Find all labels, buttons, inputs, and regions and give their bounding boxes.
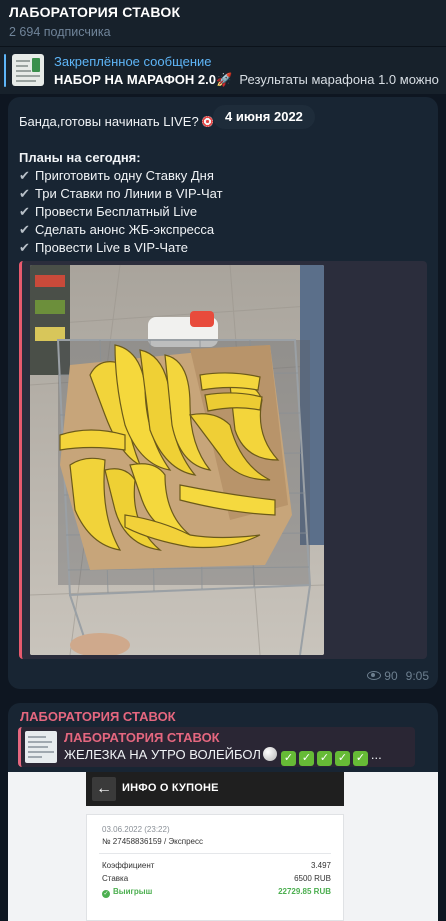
win-label: ✓ Выигрыш — [102, 887, 153, 898]
coefficient-row: Коэффициент 3.497 — [102, 861, 331, 870]
plan-text: Провести Бесплатный Live — [35, 204, 198, 219]
list-item: ✔ Приготовить одну Ставку Дня — [19, 167, 223, 185]
intro-text: Банда,готовы начинать LIVE? — [19, 114, 199, 129]
coupon-appbar: ← ИНФО О КУПОНЕ — [86, 772, 344, 806]
checkmark-icon: ✔ — [19, 240, 30, 255]
coupon-number: № 27458836159 / Экспресс — [102, 837, 203, 846]
volleyball-icon — [262, 747, 277, 761]
channel-header[interactable]: ЛАБОРАТОРИЯ СТАВОК 2 694 подписчика — [0, 0, 446, 46]
ellipsis: ... — [370, 747, 382, 762]
row-value: 3.497 — [310, 861, 331, 870]
coupon-card: 03.06.2022 (23:22) № 27458836159 / Экспр… — [86, 814, 344, 921]
pinned-body: Результаты марафона 1.0 можно — [239, 72, 439, 87]
checkmark-icon: ✔ — [19, 168, 30, 183]
reply-sender: ЛАБОРАТОРИЯ СТАВОК — [64, 730, 220, 745]
checkmark-icon: ✔ — [19, 204, 30, 219]
pinned-message-bar[interactable]: Закреплённое сообщение НАБОР НА МАРАФОН … — [0, 46, 446, 94]
message-intro: Банда,готовы начинать LIVE? — [19, 114, 213, 129]
check-box-icon: ✓ — [280, 751, 296, 766]
banana-cart-photo[interactable] — [30, 265, 324, 655]
message-bubble-forwarded[interactable]: ЛАБОРАТОРИЯ СТАВОК ЛАБОРАТОРИЯ СТАВОК ЖЕ… — [8, 703, 438, 921]
win-label-text: Выигрыш — [113, 887, 153, 896]
check-box-icon: ✓ — [352, 751, 368, 766]
coupon-screenshot[interactable]: ← ИНФО О КУПОНЕ 03.06.2022 (23:22) № 274… — [8, 772, 438, 921]
list-item: ✔ Провести Бесплатный Live — [19, 203, 223, 221]
check-box-icon: ✓ — [298, 751, 314, 766]
coupon-date: 03.06.2022 (23:22) — [102, 825, 170, 834]
reply-quote[interactable]: ЛАБОРАТОРИЯ СТАВОК ЖЕЛЕЗКА НА УТРО ВОЛЕЙ… — [18, 727, 415, 767]
plan-text: Три Ставки по Линии в VIP-Чат — [35, 186, 223, 201]
plan-text: Провести Live в VIP-Чате — [35, 240, 189, 255]
checkmark-icon: ✔ — [19, 222, 30, 237]
pinned-snippet: НАБОР НА МАРАФОН 2.0🚀 Результаты марафон… — [54, 72, 446, 88]
message-time: 9:05 — [405, 669, 429, 683]
plan-text: Сделать анонс ЖБ-экспресса — [35, 222, 215, 237]
check-circle-icon: ✓ — [102, 890, 110, 898]
row-label: Коэффициент — [102, 861, 155, 870]
win-value: 22729.85 RUB — [278, 887, 331, 896]
plan-list: ✔ Приготовить одну Ставку Дня ✔ Три Ставки… — [19, 167, 223, 257]
pinned-thumbnail — [12, 54, 44, 86]
row-value: 6500 RUB — [294, 874, 331, 883]
view-count: 90 — [384, 669, 398, 683]
reply-text: ЖЕЛЕЗКА НА УТРО ВОЛЕЙБОЛ ✓ ✓ ✓ ✓ ✓... — [64, 747, 414, 766]
views: 90 — [367, 669, 398, 683]
stake-row: Ставка 6500 RUB — [102, 874, 331, 883]
win-row: ✓ Выигрыш 22729.85 RUB — [102, 887, 331, 898]
subscriber-count: 2 694 подписчика — [9, 25, 111, 39]
pinned-title: НАБОР НА МАРАФОН 2.0 — [54, 72, 216, 87]
list-item: ✔ Три Ставки по Линии в VIP-Чат — [19, 185, 223, 203]
check-box-icon: ✓ — [316, 751, 332, 766]
reply-thumbnail — [25, 731, 57, 763]
row-label: Ставка — [102, 874, 129, 883]
divider — [99, 853, 331, 854]
coupon-title: ИНФО О КУПОНЕ — [122, 782, 219, 794]
list-item: ✔ Сделать анонс ЖБ-экспресса — [19, 221, 223, 239]
plans-heading: Планы на сегодня: — [19, 150, 141, 165]
date-badge: 4 июня 2022 — [213, 105, 315, 129]
plan-text: Приготовить одну Ставку Дня — [35, 168, 214, 183]
photo-reply-block[interactable] — [19, 261, 427, 659]
target-icon — [201, 116, 213, 127]
message-meta: 90 9:05 — [367, 669, 429, 683]
message-bubble[interactable]: Банда,готовы начинать LIVE? 4 июня 2022 … — [8, 97, 438, 689]
eye-icon — [367, 671, 382, 680]
pinned-accent-bar — [4, 54, 6, 87]
reply-body: ЖЕЛЕЗКА НА УТРО ВОЛЕЙБОЛ — [64, 747, 261, 762]
channel-title: ЛАБОРАТОРИЯ СТАВОК — [9, 4, 181, 20]
check-box-icon: ✓ — [334, 751, 350, 766]
back-arrow-icon: ← — [92, 777, 116, 801]
sender-name[interactable]: ЛАБОРАТОРИЯ СТАВОК — [20, 709, 176, 724]
checkmark-icon: ✔ — [19, 186, 30, 201]
rocket-icon: 🚀 — [216, 72, 233, 87]
list-item: ✔ Провести Live в VIP-Чате — [19, 239, 223, 257]
pinned-label: Закреплённое сообщение — [54, 54, 212, 69]
